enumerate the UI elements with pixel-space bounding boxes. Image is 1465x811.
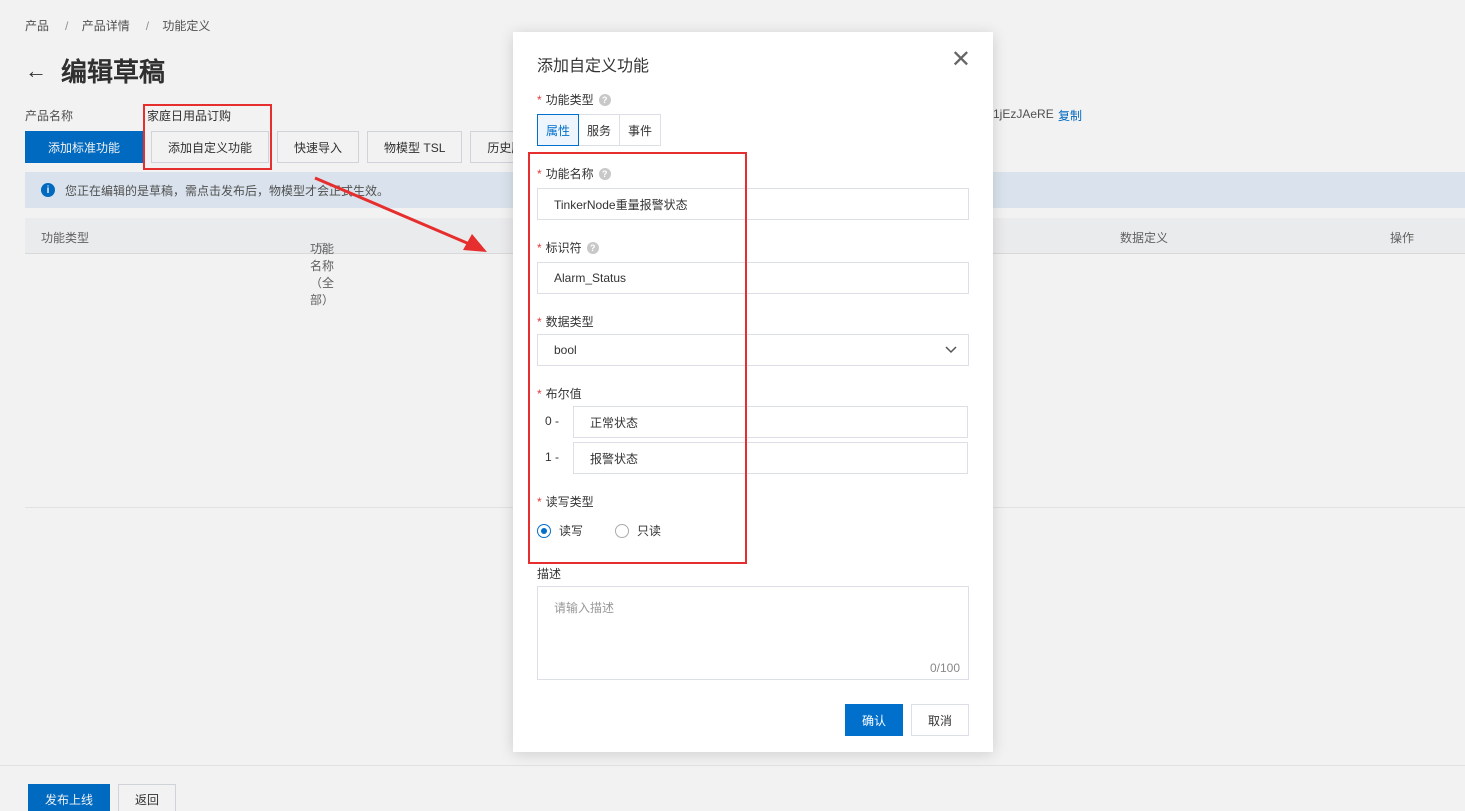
description-counter: 0/100 <box>929 661 960 675</box>
annotation-box-add-custom <box>143 104 272 170</box>
feature-type-segmented: 属性 服务 事件 <box>537 114 662 146</box>
help-icon[interactable]: ? <box>598 93 611 106</box>
confirm-button[interactable]: 确认 <box>845 704 904 736</box>
description-placeholder: 请输入描述 <box>554 601 615 615</box>
required-mark: * <box>537 92 542 107</box>
feature-type-property[interactable]: 属性 <box>537 114 580 146</box>
chevron-down-icon <box>944 342 958 359</box>
description-textarea[interactable]: 请输入描述 0/100 <box>537 586 969 680</box>
cancel-button[interactable]: 取消 <box>911 704 970 736</box>
close-icon[interactable]: ✕ <box>951 48 971 72</box>
description-label: 描述 <box>537 567 562 581</box>
feature-type-label-text: 功能类型 <box>545 93 594 107</box>
feature-type-service[interactable]: 服务 <box>578 114 621 146</box>
annotation-box-form-fields <box>528 152 747 564</box>
dialog-title: 添加自定义功能 <box>537 58 650 75</box>
feature-type-label: * 功能类型 ? <box>537 91 611 108</box>
feature-type-event[interactable]: 事件 <box>619 114 662 146</box>
